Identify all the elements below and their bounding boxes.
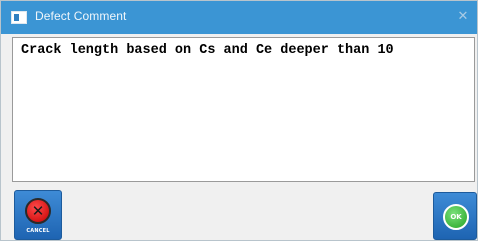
cancel-button[interactable]: ✕ CANCEL [14,190,62,240]
ok-button-label: OK [450,213,462,221]
comment-textarea[interactable]: Crack length based on Cs and Ce deeper t… [12,37,475,182]
cancel-x-glyph: ✕ [31,202,45,220]
cancel-circle-icon: ✕ [25,198,51,224]
ok-circle-icon: OK [443,204,469,230]
app-window-icon [11,11,27,24]
defect-comment-dialog: Defect Comment ✕ Crack length based on C… [0,0,478,241]
title-bar[interactable]: Defect Comment ✕ [1,1,477,34]
cancel-button-label: CANCEL [26,228,50,234]
button-bar [1,184,477,240]
close-button[interactable]: ✕ [453,7,473,27]
window-title: Defect Comment [35,9,127,23]
ok-button[interactable]: OK [433,192,477,240]
